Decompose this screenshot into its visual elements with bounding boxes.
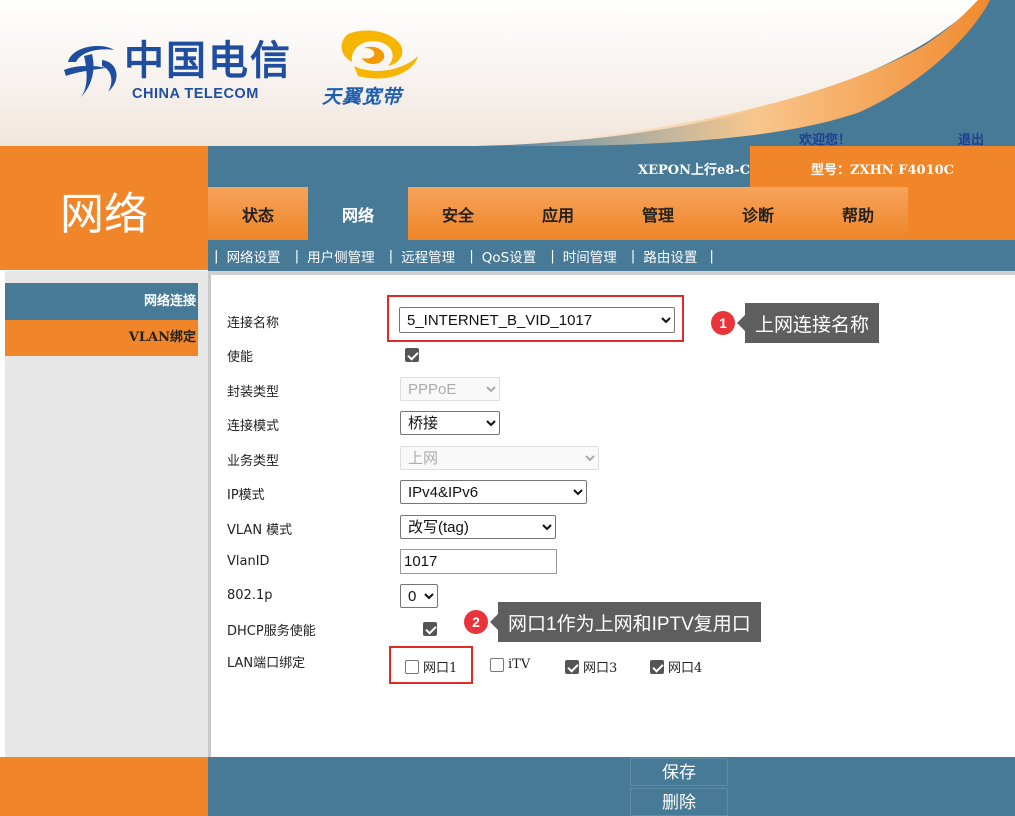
brand-name-cn: 中国电信 [124,37,292,84]
lan-port-4-checkbox[interactable] [650,659,664,674]
china-telecom-logo: 中国电信 CHINA TELECOM [62,38,292,108]
header-banner: 中国电信 CHINA TELECOM 天翼宽带 欢迎您！ 退出 [0,0,1015,146]
sidebar-item-network-connection[interactable]: 网络连接 [5,283,198,320]
enable-checkbox[interactable] [405,347,419,362]
china-telecom-icon [64,46,117,98]
tab-diagnostics[interactable]: 诊断 [708,187,808,240]
subnav-network-settings[interactable]: 网络设置 [227,246,293,266]
ip-mode-select[interactable]: IPv4&IPv6 [400,480,587,504]
delete-button[interactable]: 删除 [630,788,728,816]
tab-help[interactable]: 帮助 [808,187,908,240]
tab-status[interactable]: 状态 [208,187,308,240]
subnav-user-side-management[interactable]: 用户侧管理 [307,246,387,266]
brand-name-en: CHINA TELECOM [132,86,259,102]
annotation-callout-2: 2 网口1作为上网和IPTV复用口 [464,602,761,642]
annotation-number-1: 1 [711,311,735,335]
connection-mode-label: 连接模式 [227,419,280,434]
save-button[interactable]: 保存 [630,758,728,786]
dhcp-enable-checkbox[interactable] [423,621,438,636]
model-text: 型号：ZXHN F4010C [811,163,955,178]
subnav-separator: | [469,247,474,264]
connection-mode-select[interactable]: 桥接 [400,411,500,435]
subnav-separator: | [630,247,636,264]
subnav-separator: | [388,247,394,264]
model-info-box: 型号：ZXHN F4010C [750,146,1015,187]
lan-port-1-label: 网口1 [423,661,458,676]
lan-port-4[interactable]: 网口4 [650,657,702,676]
left-sidebar: 网络连接 VLAN绑定 [0,271,208,757]
lan-port-itv-label: iTV [508,657,531,672]
tianyi-swirl-icon [341,30,418,79]
lan-port-4-label: 网口4 [668,661,703,676]
uplink-type-text: XEPON上行e8-C [638,163,751,178]
ip-mode-label: IP模式 [227,488,265,503]
encapsulation-type-select[interactable]: PPPoE [400,377,500,401]
sidebar-item-vlan-binding[interactable]: VLAN绑定 [5,320,198,356]
encapsulation-type-label: 封装类型 [227,385,280,400]
main-tabs: 状态 网络 安全 应用 管理 诊断 帮助 [208,187,908,240]
footer-bar: 保存 删除 [208,757,1015,816]
subnav-separator: | [294,247,300,264]
main-navigation: 状态 网络 安全 应用 管理 诊断 帮助 [208,187,1015,240]
service-type-label: 业务类型 [227,454,280,469]
tab-management[interactable]: 管理 [608,187,708,240]
subnav-separator: | [550,247,555,264]
subnav-route-settings[interactable]: 路由设置 [643,246,709,266]
logout-link[interactable]: 退出 [958,129,984,146]
connection-name-select[interactable]: 5_INTERNET_B_VID_1017 [399,307,675,333]
annotation-text-2: 网口1作为上网和IPTV复用口 [490,602,761,642]
lan-port-3-label: 网口3 [583,661,618,676]
tab-security[interactable]: 安全 [408,187,508,240]
subnav-time-management[interactable]: 时间管理 [563,246,629,266]
device-info-bar: XEPON上行e8-C 型号：ZXHN F4010C [208,146,1015,187]
vlan-mode-select[interactable]: 改写(tag) [400,515,556,539]
lan-port-3-checkbox[interactable] [565,659,579,674]
annotation-number-2: 2 [464,610,488,634]
vlan-mode-label: VLAN 模式 [227,523,293,538]
subnav-qos-settings[interactable]: QoS设置 [482,246,548,266]
lan-port-itv[interactable]: iTV [490,657,530,672]
lan-port-itv-checkbox[interactable] [490,657,504,672]
service-type-select[interactable]: 上网 [400,446,599,470]
subnav-separator: | [214,247,219,264]
annotation-text-1: 上网连接名称 [736,303,880,343]
lan-port-1[interactable]: 网口1 [405,657,457,676]
footer-left-area [0,757,208,816]
welcome-text: 欢迎您！ [799,133,852,146]
vlan-id-label: VlanID [227,554,270,569]
dot1p-label: 802.1p [227,588,273,603]
subnav-separator: | [709,247,714,264]
section-title: 网络 [60,190,148,239]
lan-port-3[interactable]: 网口3 [565,657,617,676]
annotation-callout-1: 1 上网连接名称 [711,303,880,343]
subnav-remote-management[interactable]: 远程管理 [401,246,467,266]
tianyi-broadband-logo: 天翼宽带 [318,26,428,112]
enable-label: 使能 [227,350,254,365]
tab-application[interactable]: 应用 [508,187,608,240]
dhcp-enable-label: DHCP服务使能 [227,624,316,639]
vlan-id-input[interactable] [400,549,557,574]
sub-brand-text: 天翼宽带 [322,86,403,108]
lan-binding-label: LAN端口绑定 [227,656,306,671]
dot1p-select[interactable]: 0 [400,584,438,608]
lan-port-1-checkbox[interactable] [405,659,419,674]
sub-navigation: | 网络设置 | 用户侧管理 | 远程管理 | QoS设置 | 时间管理 | 路… [208,240,1015,271]
tab-network[interactable]: 网络 [308,187,408,240]
config-form-panel: 连接名称 5_INTERNET_B_VID_1017 使能 封装类型 PPPoE… [208,271,1015,757]
connection-name-label: 连接名称 [227,316,280,331]
